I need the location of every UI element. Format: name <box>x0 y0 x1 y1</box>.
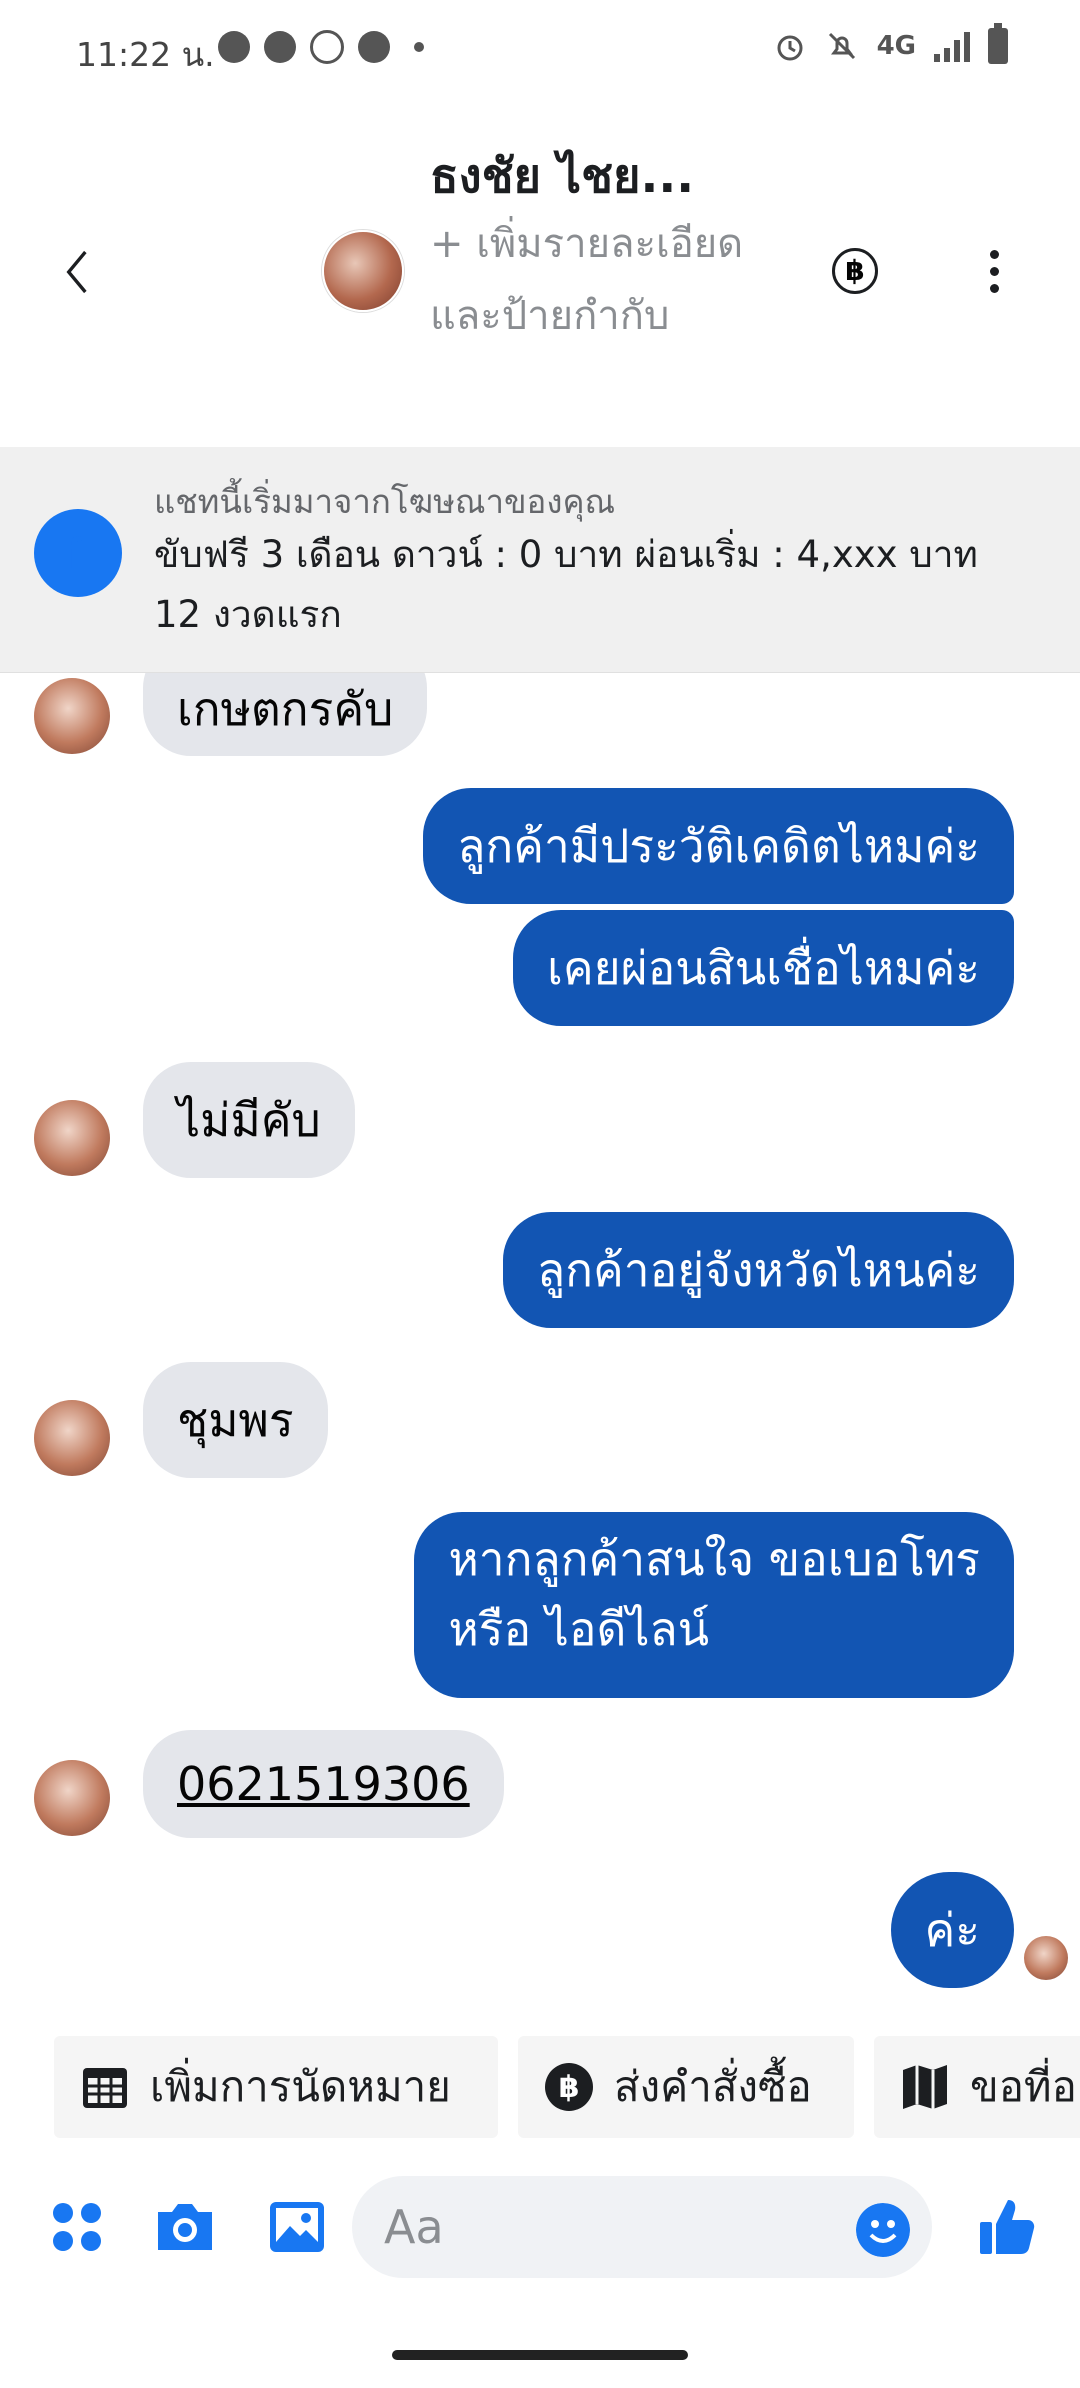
gallery-icon[interactable] <box>268 2200 326 2254</box>
quick-action-request-location[interactable]: ขอที่อ <box>874 2036 1080 2138</box>
notification-icons <box>218 30 424 64</box>
home-gesture-bar[interactable] <box>392 2350 688 2360</box>
mute-icon <box>828 32 855 60</box>
signal-icon <box>934 30 970 62</box>
map-icon <box>903 2065 947 2109</box>
more-notifications-icon <box>414 42 424 52</box>
sender-avatar <box>34 678 110 754</box>
calendar-icon <box>83 2068 127 2108</box>
sender-avatar <box>34 1400 110 1476</box>
incoming-message[interactable]: ไม่มีคับ <box>143 1062 355 1178</box>
direction-notification-icon <box>310 30 344 64</box>
add-details-link[interactable]: + เพิ่มรายละเอียดและป้ายกำกับ <box>430 208 760 352</box>
network-type: 4G <box>876 31 916 61</box>
quick-action-label: ขอที่อ <box>970 2062 1077 2111</box>
system-icons: 4G <box>773 23 1008 64</box>
status-bar: 11:22 น. 4G <box>0 0 1080 100</box>
ad-origin-banner[interactable]: f แชทนี้เริ่มมาจากโฆษณาของคุณ ขับฟรี 3 เ… <box>0 447 1080 673</box>
back-arrow-icon[interactable] <box>62 247 92 297</box>
quick-action-label: เพิ่มการนัดหมาย <box>150 2062 451 2111</box>
compass-notification-icon <box>358 31 390 63</box>
banner-caption: แชทนี้เริ่มมาจากโฆษณาของคุณ <box>154 482 616 521</box>
message-line: หรือ ไอดีไลน์ <box>448 1602 710 1656</box>
like-thumb-icon[interactable] <box>978 2196 1036 2256</box>
banner-ad-text: ขับฟรี 3 เดือน ดาวน์ : 0 บาท ผ่อนเริ่ม :… <box>154 533 978 636</box>
message-line: หากลูกค้าสนใจ ขอเบอโทร <box>448 1532 980 1586</box>
status-time: 11:22 น. <box>76 35 215 74</box>
contact-avatar[interactable] <box>322 230 404 312</box>
facebook-logo-icon: f <box>34 509 122 597</box>
incoming-message[interactable]: 0621519306 <box>143 1730 504 1838</box>
outgoing-message[interactable]: หากลูกค้าสนใจ ขอเบอโทร หรือ ไอดีไลน์ <box>414 1512 1014 1698</box>
message-input-placeholder: Aa <box>384 2200 444 2254</box>
battery-icon <box>988 23 1008 64</box>
outgoing-message[interactable]: เคยผ่อนสินเชื่อไหมค่ะ <box>513 910 1014 1026</box>
quick-action-add-appointment[interactable]: เพิ่มการนัดหมาย <box>54 2036 498 2138</box>
baht-icon: ฿ <box>545 2063 593 2111</box>
apps-menu-icon[interactable] <box>50 2200 104 2254</box>
chat-notification-icon <box>264 31 296 63</box>
alarm-icon <box>777 35 803 61</box>
incoming-message[interactable]: ชุมพร <box>143 1362 328 1478</box>
outgoing-message[interactable]: ลูกค้ามีประวัติเคดิตไหมค่ะ <box>423 788 1014 904</box>
outgoing-message[interactable]: ลูกค้าอยู่จังหวัดไหนค่ะ <box>502 1212 1014 1328</box>
payment-baht-icon[interactable]: ฿ <box>832 248 878 294</box>
seen-receipt-avatar <box>1024 1936 1068 1980</box>
more-options-icon[interactable] <box>990 250 1000 294</box>
quick-action-send-order[interactable]: ฿ ส่งคำสั่งซื้อ <box>518 2036 854 2138</box>
sender-avatar <box>34 1760 110 1836</box>
message-input[interactable]: Aa <box>352 2176 932 2278</box>
camera-icon[interactable] <box>154 2200 216 2254</box>
outgoing-message[interactable]: ค่ะ <box>890 1872 1014 1988</box>
svg-text:฿: ฿ <box>559 2070 580 2105</box>
contact-name[interactable]: ธงชัย ไชย... <box>430 138 694 213</box>
emoji-icon[interactable] <box>856 2203 910 2257</box>
sender-avatar <box>34 1100 110 1176</box>
phone-number-link[interactable]: 0621519306 <box>177 1757 470 1811</box>
quick-action-label: ส่งคำสั่งซื้อ <box>614 2062 812 2111</box>
messenger-notification-icon <box>218 31 250 63</box>
